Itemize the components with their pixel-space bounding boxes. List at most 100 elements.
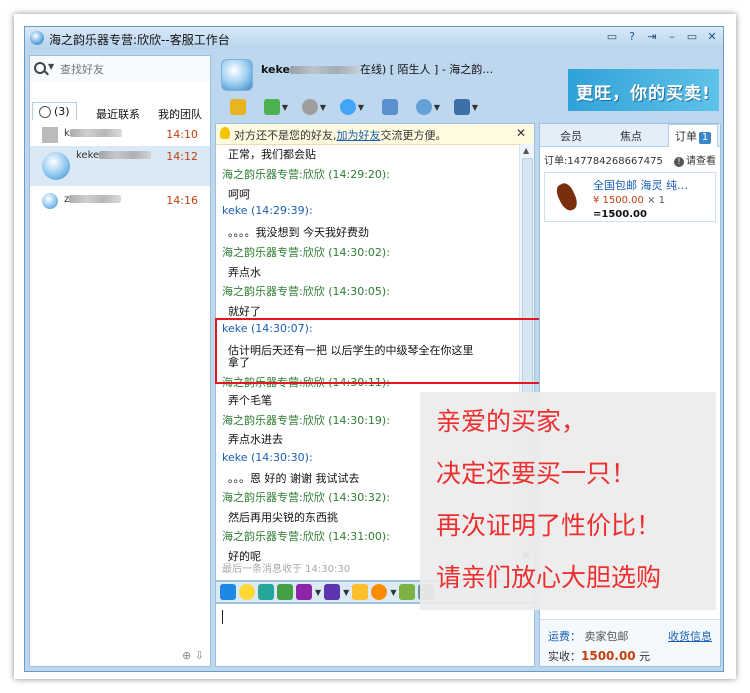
- promo-banner[interactable]: 更旺，你的买卖!: [568, 69, 719, 111]
- message-header-seller: 海之韵乐器专营:欣欣 (14:29:20):: [222, 168, 390, 181]
- gear-icon: [453, 99, 470, 115]
- maximize-button[interactable]: ▭: [685, 30, 699, 44]
- caption-line: 决定还要买一只！: [436, 459, 637, 488]
- product-card[interactable]: 全国包邮 海灵 纯… ¥ 1500.00 × 1 =1500.00: [544, 172, 716, 222]
- pin-button[interactable]: ⇥: [645, 30, 659, 44]
- chevron-down-icon[interactable]: ▼: [343, 588, 349, 597]
- chevron-down-icon[interactable]: ▼: [315, 588, 321, 597]
- message-header-buyer: keke (14:29:39):: [222, 204, 313, 217]
- receipt-info-link[interactable]: 收货信息: [668, 628, 712, 644]
- message-header-seller: 海之韵乐器专营:欣欣 (14:31:00):: [222, 530, 390, 543]
- product-name[interactable]: 全国包邮 海灵 纯…: [593, 177, 688, 193]
- file-button[interactable]: ▼: [259, 97, 293, 117]
- minimize-button[interactable]: –: [665, 30, 679, 44]
- title-bar: 海之韵乐器专营:欣欣--客服工作台 ▭ ? ⇥ – ▭ ✕: [25, 27, 723, 49]
- order-summary: 运费： 卖家包邮 收货信息 实收：1500.00 元: [540, 619, 720, 666]
- notice-prefix: 对方还不是您的好友,: [234, 129, 337, 142]
- message-text: 弄点水: [228, 266, 261, 279]
- tab-contacts[interactable]: (3): [32, 102, 77, 120]
- chevron-down-icon[interactable]: ▼: [48, 62, 54, 71]
- info-icon: !: [674, 157, 684, 167]
- screenshot-icon[interactable]: [258, 584, 274, 600]
- app-button[interactable]: ▼: [411, 97, 445, 117]
- shipping: 运费： 卖家包邮: [548, 630, 629, 643]
- album-icon[interactable]: [296, 584, 312, 600]
- notice-suffix: 交流更方便。: [380, 129, 447, 142]
- message-text: 就好了: [228, 305, 261, 318]
- window-title: 海之韵乐器专营:欣欣--客服工作台: [49, 33, 230, 47]
- tab-member[interactable]: 会员: [560, 128, 582, 144]
- close-button[interactable]: ✕: [705, 30, 719, 44]
- contact-item-selected[interactable]: keke 14:12: [30, 146, 210, 186]
- chevron-down-icon[interactable]: ▼: [358, 103, 364, 112]
- help-link[interactable]: ! 请查看: [674, 152, 716, 167]
- contact-name: k: [64, 128, 70, 139]
- message-header-buyer: keke (14:30:30):: [222, 451, 313, 464]
- friend-notice: 对方还不是您的好友,加为好友交流更方便。 ✕: [216, 124, 534, 145]
- close-icon[interactable]: ✕: [516, 126, 526, 140]
- tab-team[interactable]: 我的团队: [158, 106, 202, 122]
- chat-contact-name: keke: [261, 63, 290, 76]
- promo-caption: 亲爱的买家， 决定还要买一只！ 再次证明了性价比！ 请亲们放心大胆选购: [420, 392, 716, 610]
- product-image[interactable]: [549, 177, 585, 217]
- product-total: =1500.00: [593, 209, 647, 220]
- image-icon[interactable]: [277, 584, 293, 600]
- voice-button[interactable]: ▼: [297, 97, 331, 117]
- message-input[interactable]: [215, 603, 535, 667]
- paid-amount: 实收：1500.00 元: [548, 649, 651, 663]
- contact-item[interactable]: z 14:16: [30, 190, 210, 212]
- banner-text: 更旺，你的买卖!: [576, 84, 711, 104]
- heart-icon[interactable]: [371, 584, 388, 600]
- chevron-down-icon[interactable]: ▼: [282, 103, 288, 112]
- blurred-text: [99, 151, 152, 159]
- highlight-box: [215, 318, 551, 384]
- contact-time: 14:12: [166, 150, 198, 163]
- message-text: 弄点水进去: [228, 433, 283, 446]
- tab-focus[interactable]: 焦点: [620, 128, 642, 144]
- search-input[interactable]: [58, 60, 202, 78]
- add-icon[interactable]: ⊕ ⇩: [182, 649, 204, 662]
- camera-icon: [339, 99, 356, 115]
- help-button[interactable]: ?: [625, 30, 639, 44]
- phrase-icon[interactable]: [324, 584, 341, 600]
- chevron-down-icon[interactable]: ▼: [434, 103, 440, 112]
- message-text: 然后再用尖锐的东西挑: [228, 511, 338, 524]
- emoji-icon[interactable]: [239, 584, 255, 600]
- message-header-seller: 海之韵乐器专营:欣欣 (14:30:05):: [222, 285, 390, 298]
- tab-strip: (3) 最近联系 我的团队: [30, 82, 210, 124]
- text-cursor: [222, 610, 223, 624]
- transfer-button[interactable]: [221, 97, 255, 117]
- font-icon[interactable]: [220, 584, 236, 600]
- add-friend-link[interactable]: 加为好友: [337, 129, 381, 142]
- blurred-text: [69, 195, 122, 203]
- avatar: [42, 193, 58, 209]
- contact-name: keke: [76, 150, 100, 161]
- chat-contact-status: 在线) [ 陌生人 ] - 海之韵…: [359, 63, 494, 76]
- add-contact-button[interactable]: [373, 97, 407, 117]
- contact-time: 14:10: [166, 128, 198, 141]
- scroll-up-icon[interactable]: ▲: [523, 146, 529, 155]
- tab-orders[interactable]: 订单 1: [668, 124, 718, 147]
- contact-panel: ▼ (3) 最近联系 我的团队 k 14:10 keke 14:12 z 14:…: [29, 55, 211, 667]
- history-icon[interactable]: [399, 584, 416, 600]
- chevron-down-icon[interactable]: ▼: [320, 103, 326, 112]
- video-button[interactable]: ▼: [335, 97, 369, 117]
- blurred-text: [69, 129, 122, 137]
- tab-recent[interactable]: 最近联系: [96, 106, 140, 122]
- chat-avatar[interactable]: [221, 59, 253, 91]
- add-user-icon: [382, 99, 398, 115]
- paid-unit: 元: [639, 650, 651, 663]
- chevron-down-icon[interactable]: ▼: [472, 103, 478, 112]
- skin-button[interactable]: ▭: [605, 30, 619, 44]
- avatar: [42, 152, 70, 180]
- message-header-seller: 海之韵乐器专营:欣欣 (14:30:02):: [222, 246, 390, 259]
- message-text: 弄个毛笔: [228, 394, 272, 407]
- more-button[interactable]: ▼: [449, 97, 483, 117]
- caption-line: 再次证明了性价比！: [436, 511, 662, 540]
- bell-icon[interactable]: [352, 584, 369, 600]
- paid-value: 1500.00: [581, 649, 636, 663]
- shipping-value: 卖家包邮: [584, 630, 629, 643]
- search-icon[interactable]: [34, 62, 46, 74]
- chevron-down-icon[interactable]: ▼: [390, 588, 396, 597]
- contact-item[interactable]: k 14:10: [30, 124, 210, 146]
